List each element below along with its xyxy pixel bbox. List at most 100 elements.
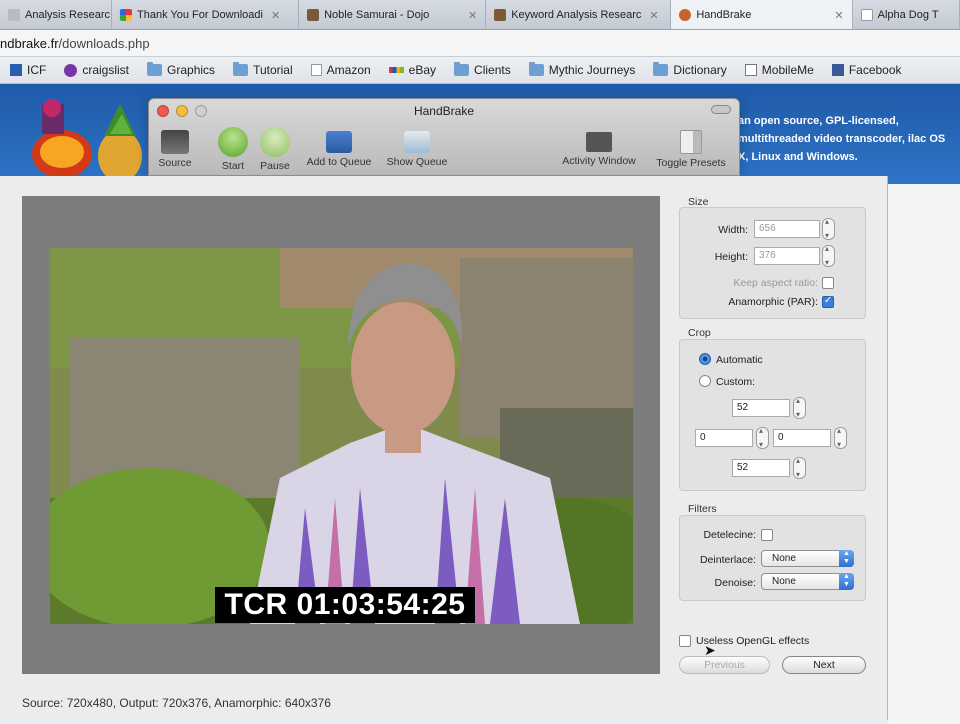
crop-custom-radio[interactable] [699,375,711,387]
crop-right-field[interactable]: 0 [773,429,831,447]
crop-custom-label: Custom: [716,376,756,388]
width-stepper[interactable] [822,217,835,240]
tool-label: Activity Window [562,155,636,167]
close-icon[interactable]: ✕ [834,9,843,22]
deinterlace-value: None [772,553,796,564]
video-frame-illustration [50,248,633,624]
opengl-effects-checkbox[interactable] [679,635,691,647]
ebay-icon [388,67,404,73]
tab-label: Noble Samurai - Dojo [324,9,430,21]
bookmark-label: ICF [27,63,47,77]
window-title: HandBrake [413,104,475,118]
close-icon[interactable]: ✕ [649,9,658,22]
height-stepper[interactable] [822,244,835,267]
folder-icon [528,62,544,76]
bookmark-facebook[interactable]: Facebook [831,63,902,77]
width-label: Width: [718,224,748,236]
tab-label: Thank You For Downloadi [137,9,263,21]
bookmark-label: Clients [474,63,511,77]
address-bar[interactable]: ndbrake.fr/downloads.php [0,30,960,57]
close-icon[interactable]: ✕ [468,9,477,22]
activity-icon [586,132,612,152]
samurai-icon [494,9,507,21]
detelecine-checkbox[interactable] [761,529,773,541]
bookmark-mobileme[interactable]: MobileMe [744,63,814,77]
browser-tab-active[interactable]: HandBrake ✕ [671,0,853,29]
crop-top-field[interactable]: 52 [732,399,790,417]
url-text[interactable]: ndbrake.fr/downloads.php [0,36,150,51]
facebook-icon [831,64,844,76]
bookmark-ebay[interactable]: eBay [388,63,436,77]
height-field[interactable]: 376 [754,247,820,265]
crop-left-field[interactable]: 0 [695,429,753,447]
filters-section-title: Filters [688,503,717,515]
select-arrows-icon: ▲ ▼ [839,550,854,567]
activity-window-button[interactable]: Activity Window [559,127,639,167]
bookmark-label: Mythic Journeys [548,63,636,77]
bookmark-label: Dictionary [673,63,727,77]
timecode-overlay: TCR 01:03:54:25 [215,587,475,623]
anamorphic-label: Anamorphic (PAR): [728,296,818,308]
folder-icon [233,62,249,76]
previous-button[interactable]: Previous [679,656,770,674]
bookmark-mythic-journeys[interactable]: Mythic Journeys [528,62,636,77]
bookmark-label: craigslist [82,63,130,77]
browser-tab[interactable]: Alpha Dog T [853,0,960,29]
add-to-queue-button[interactable]: Add to Queue [299,127,379,168]
bookmark-icon [10,64,22,76]
crop-bottom-field[interactable]: 52 [732,459,790,477]
crop-automatic-radio[interactable] [699,353,711,365]
add-queue-icon [326,131,352,153]
bookmark-tutorial[interactable]: Tutorial [233,62,293,77]
bookmark-label: Amazon [326,63,371,77]
tool-label: Source [158,157,192,169]
browser-tab[interactable]: Noble Samurai - Dojo ✕ [299,0,487,29]
width-field[interactable]: 656 [754,220,820,238]
video-preview-image [50,248,633,624]
page-icon [860,9,873,21]
handbrake-logo [32,99,142,182]
pause-icon [260,127,290,157]
bookmark-clients[interactable]: Clients [454,62,511,77]
select-arrows-icon: ▲ ▼ [839,573,854,590]
denoise-label: Denoise: [714,577,756,589]
tool-label: Add to Queue [306,156,372,168]
close-icon[interactable]: ✕ [271,9,280,22]
browser-tab[interactable]: Analysis Researc ✕ [0,0,127,29]
tab-label: Keyword Analysis Researc [511,9,642,21]
tool-label: Pause [260,160,290,172]
tab-label: Analysis Researc [25,9,110,21]
bookmark-icf[interactable]: ICF [10,63,46,77]
bookmark-label: Graphics [167,63,216,77]
folder-icon [653,62,669,76]
clapperboard-icon [161,130,189,154]
bookmark-label: MobileMe [761,63,814,77]
site-description: an open source, GPL-licensed, multithrea… [738,115,946,163]
deinterlace-select[interactable]: None ▲ ▼ [761,550,854,567]
toolbar-toggle-button[interactable] [711,105,731,114]
keep-aspect-checkbox[interactable] [822,277,834,289]
browser-tab-bar: Analysis Researc ✕ Thank You For Downloa… [0,0,960,30]
browser-tab[interactable]: Thank You For Downloadi ✕ [112,0,300,29]
bookmark-dictionary[interactable]: Dictionary [653,62,727,77]
bookmark-graphics[interactable]: Graphics [147,62,216,77]
next-button[interactable]: Next [782,656,866,674]
show-queue-button[interactable]: Show Queue [377,127,457,168]
height-label: Height: [714,251,748,263]
crop-top-stepper[interactable] [793,396,806,419]
crop-left-stepper[interactable] [756,426,769,449]
crop-right-stepper[interactable] [834,426,847,449]
denoise-select[interactable]: None ▲ ▼ [761,573,854,590]
peace-icon [64,63,78,77]
page-icon [8,9,20,21]
crop-section-title: Crop [688,327,711,339]
bookmark-amazon[interactable]: Amazon [310,63,371,77]
bookmark-craigslist[interactable]: craigslist [64,63,129,77]
anamorphic-checkbox[interactable] [822,295,834,308]
crop-bottom-stepper[interactable] [793,456,806,479]
toggle-presets-button[interactable]: Toggle Presets [651,127,731,169]
handbrake-window: HandBrake Source Start Pause Add to Queu… [148,98,740,176]
browser-tab[interactable]: Keyword Analysis Researc ✕ [486,0,672,29]
samurai-icon [307,9,320,21]
tool-label: Show Queue [386,156,448,168]
